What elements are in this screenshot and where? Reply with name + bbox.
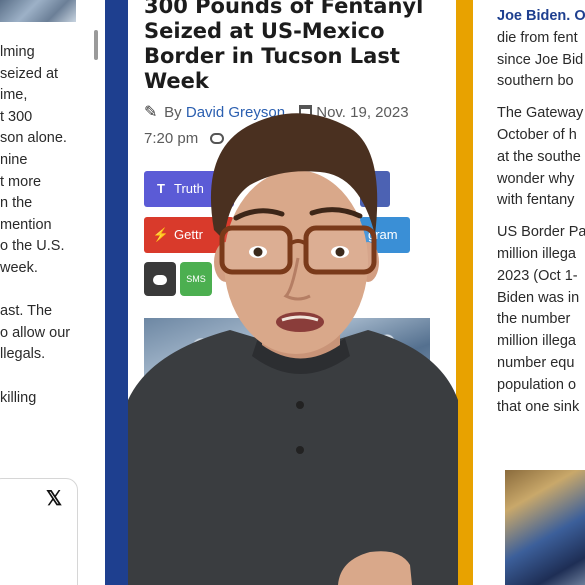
- center-article-panel: 300 Pounds of Fentanyl Seized at US-Mexi…: [128, 0, 456, 585]
- headline-line: 300 Pounds of Fentanyl: [144, 0, 424, 18]
- right-panel-border: [456, 0, 473, 585]
- right-article-panel: Joe Biden. Odie from fent since Joe Bid so…: [473, 0, 585, 585]
- gateway-pundit-logo: GP: [128, 528, 176, 585]
- left-article-line: t 300: [0, 108, 33, 125]
- right-article-line: since Joe Bid: [497, 51, 584, 68]
- left-article-line: o allow our: [0, 324, 71, 341]
- author-link[interactable]: David Greyson: [186, 104, 285, 121]
- left-article-line: son alone.: [0, 130, 67, 147]
- gettr-icon: ⚡: [152, 227, 170, 242]
- comments-icon[interactable]: [210, 133, 225, 144]
- left-article-line: o the U.S.: [0, 238, 65, 255]
- share-gettr-button[interactable]: ⚡ Gettr: [144, 217, 234, 253]
- publish-date: Nov. 19, 2023: [316, 104, 409, 121]
- truth-social-icon: T: [157, 181, 165, 196]
- left-article-line: killing: [0, 389, 37, 406]
- left-article-line: ast. The: [0, 303, 53, 320]
- share-facebook-button[interactable]: e: [360, 171, 390, 207]
- right-article-line: with fentany: [497, 192, 575, 209]
- right-article-line: 2023 (Oct 1-: [497, 267, 578, 284]
- left-article-line: [0, 366, 100, 388]
- right-article-text: Joe Biden. Odie from fent since Joe Bid so…: [497, 6, 585, 418]
- right-article-line: die from fent: [497, 29, 578, 46]
- headline-line: Border in Tucson Last: [144, 44, 400, 68]
- right-article-line: number equ: [497, 354, 575, 371]
- right-article-line: the number: [497, 311, 571, 328]
- right-article-line: Biden was in: [497, 289, 580, 306]
- left-article-line: seized at: [0, 65, 59, 82]
- by-label: By: [164, 104, 182, 121]
- publish-time: 7:20 pm: [144, 130, 199, 147]
- article-hero-photo: [144, 318, 430, 414]
- right-article-line: wonder why: [497, 170, 575, 187]
- embedded-tweet-card[interactable]: [0, 478, 78, 585]
- share-comment-button[interactable]: [144, 262, 176, 296]
- right-article-line: The Gateway: [497, 105, 584, 122]
- left-article-line: t more: [0, 173, 42, 190]
- comment-bubble-icon: [153, 274, 167, 285]
- share-sms-button[interactable]: SMS: [180, 262, 212, 296]
- headline-line: Week: [144, 69, 209, 93]
- right-article-photo: [505, 470, 585, 585]
- share-truth-button[interactable]: T Truth: [144, 171, 234, 207]
- share-truth-label: Truth: [174, 181, 204, 196]
- left-article-line: mention: [0, 216, 52, 233]
- article-headline: 300 Pounds of Fentanyl Seized at US-Mexi…: [144, 0, 454, 94]
- left-article-line: lming: [0, 44, 35, 60]
- left-article-line: n the: [0, 195, 33, 212]
- share-telegram-label: gram: [368, 227, 398, 242]
- left-article-line: ime,: [0, 87, 28, 104]
- right-article-line: US Border Pa: [497, 224, 585, 241]
- share-facebook-label: e: [368, 181, 376, 196]
- calendar-icon: [299, 105, 313, 118]
- headline-line: Seized at US-Mexico: [144, 19, 385, 43]
- article-meta: ✎ By David Greyson Nov. 19, 2023 7:20 pm: [144, 100, 456, 152]
- right-article-line: October of h: [497, 126, 577, 143]
- left-article-line: week.: [0, 259, 38, 276]
- left-article-text: lming seized at ime, t 300 son alone. nine t …: [0, 42, 100, 409]
- center-panel-border: [105, 0, 128, 585]
- left-article-line: [0, 280, 100, 302]
- right-article-line: southern bo: [497, 73, 574, 90]
- share-telegram-button[interactable]: gram: [360, 217, 410, 253]
- right-article-line: that one sink: [497, 398, 580, 415]
- right-article-link[interactable]: Joe Biden. O: [497, 6, 585, 28]
- right-article-line: million illega: [497, 245, 576, 262]
- left-article-panel: lming seized at ime, t 300 son alone. nine t …: [0, 0, 105, 585]
- left-article-line: nine: [0, 151, 28, 168]
- left-article-line: llegals.: [0, 346, 46, 363]
- x-logo-icon: 𝕏: [46, 488, 63, 510]
- share-gettr-label: Gettr: [174, 227, 203, 242]
- left-top-photo: [0, 0, 76, 22]
- right-article-line: population o: [497, 376, 577, 393]
- sms-icon: SMS: [186, 274, 206, 284]
- right-article-line: at the southe: [497, 148, 581, 165]
- right-article-line: million illega: [497, 333, 576, 350]
- pencil-icon: ✎: [144, 104, 158, 121]
